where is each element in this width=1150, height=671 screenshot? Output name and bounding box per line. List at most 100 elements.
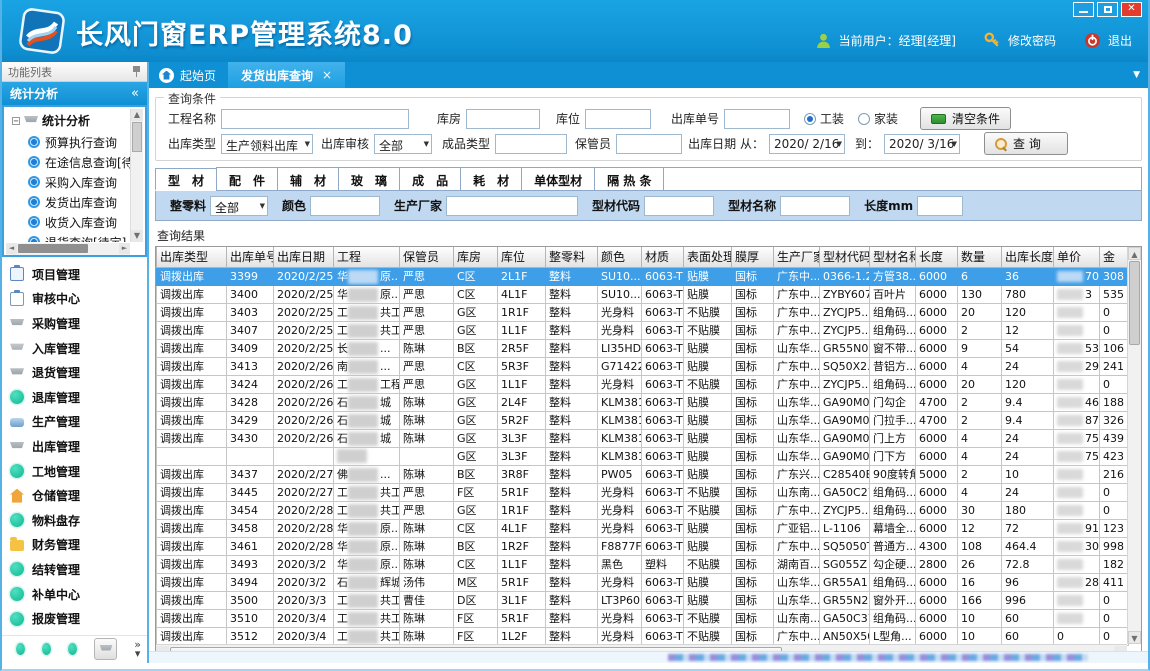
cart-shortcut-button[interactable]	[94, 638, 117, 660]
table-row[interactable]: 调拨出库34292020/2/26石城陈琳G区5R2F整料KLM38176063…	[157, 411, 1129, 429]
stats-section-header[interactable]: 统计分析 «	[2, 82, 147, 105]
sidebar-item-补单中心[interactable]: 补单中心	[10, 582, 147, 607]
table-row[interactable]: 调拨出库34302020/2/26石城陈琳G区3L3F整料KLM38176063…	[157, 429, 1129, 447]
tree-vscroll-thumb[interactable]	[132, 122, 142, 152]
table-row[interactable]: 调拨出库34072020/2/25工共工程严思G区1L1F整料光身料6063-T…	[157, 321, 1129, 339]
tree-item[interactable]: 在途信息查询[待	[6, 152, 130, 172]
column-header-金[interactable]: 金	[1100, 247, 1129, 267]
subtab-耗材[interactable]: 耗 材	[460, 167, 521, 190]
manufacturer-input[interactable]	[446, 196, 578, 216]
scroll-up-icon[interactable]: ▲	[131, 109, 143, 121]
sidebar-item-入库管理[interactable]: 入库管理	[10, 336, 147, 361]
green-dot-icon[interactable]	[68, 643, 77, 655]
table-row[interactable]: 调拨出库34032020/2/25工共工程严思G区1R1F整料光身料6063-T…	[157, 303, 1129, 321]
table-row[interactable]: 调拨出库34372020/2/27佛...陈琳B区3R8F整料PW056063-…	[157, 465, 1129, 483]
column-header-材质[interactable]: 材质	[642, 247, 684, 267]
sidebar-item-报废管理[interactable]: 报废管理	[10, 606, 147, 631]
overflow-chevron-icon[interactable]: »▾	[134, 640, 141, 658]
profile-code-input[interactable]	[644, 196, 714, 216]
column-header-库位[interactable]: 库位	[498, 247, 546, 267]
table-row[interactable]: 调拨出库34002020/2/25华原...严思C区4L1F整料SU10...6…	[157, 285, 1129, 303]
search-button[interactable]: 查 询	[984, 132, 1068, 155]
change-password-link[interactable]: 修改密码	[1008, 32, 1056, 49]
tree-hscroll-thumb[interactable]	[18, 244, 88, 253]
column-header-型材代码[interactable]: 型材代码	[820, 247, 870, 267]
tab-list-caret-icon[interactable]: ▼	[1133, 70, 1148, 80]
grid-vscroll-thumb[interactable]	[1129, 261, 1140, 345]
scroll-up-icon[interactable]: ▲	[1128, 247, 1141, 260]
column-header-单价[interactable]: 单价	[1054, 247, 1100, 267]
scroll-down-icon[interactable]: ▼	[131, 230, 143, 242]
table-row[interactable]: 调拨出库34612020/2/28华原...陈琳B区1R2F整料F8877FT6…	[157, 537, 1129, 555]
location-input[interactable]	[585, 109, 651, 129]
sidebar-item-审核中心[interactable]: 审核中心	[10, 287, 147, 312]
tree-horizontal-scrollbar[interactable]: ◄ ►	[6, 243, 130, 255]
radio-gongzhuang[interactable]: 工装	[804, 110, 844, 127]
sidebar-item-采购管理[interactable]: 采购管理	[10, 311, 147, 336]
clear-conditions-button[interactable]: 清空条件	[920, 107, 1011, 130]
tree-vertical-scrollbar[interactable]: ▲ ▼	[130, 109, 143, 242]
keeper-input[interactable]	[616, 134, 682, 154]
date-to-picker[interactable]: 2020/ 3/16	[884, 134, 960, 154]
table-row[interactable]: 调拨出库34942020/3/2石辉城汤伟M区5R1F整料光身料6063-T5贴…	[157, 573, 1129, 591]
table-row[interactable]: 调拨出库34092020/2/25长...陈琳B区2R5F整料LI35HD606…	[157, 339, 1129, 357]
scroll-left-icon[interactable]: ◄	[6, 243, 17, 254]
profile-name-input[interactable]	[780, 196, 850, 216]
subtab-成品[interactable]: 成 品	[399, 167, 460, 190]
table-row[interactable]: 调拨出库34132020/2/26南...严思C区5R3F整料G71422606…	[157, 357, 1129, 375]
collapse-icon[interactable]: «	[131, 86, 139, 101]
column-header-工程[interactable]: 工程	[334, 247, 400, 267]
date-from-picker[interactable]: 2020/ 2/16	[769, 134, 845, 154]
tab-close-icon[interactable]: ×	[322, 68, 332, 82]
sidebar-item-出库管理[interactable]: 出库管理	[10, 434, 147, 459]
grid-horizontal-scrollbar[interactable]: ◄ ►	[156, 644, 1127, 651]
tree-item[interactable]: 发货出库查询	[6, 192, 130, 212]
tree-root[interactable]: − 统计分析	[6, 109, 130, 132]
column-header-保管员[interactable]: 保管员	[400, 247, 454, 267]
tree-item[interactable]: 采购入库查询	[6, 172, 130, 192]
column-header-表面处理[interactable]: 表面处理	[684, 247, 732, 267]
subtab-型材[interactable]: 型 材	[155, 168, 216, 191]
sidebar-item-生产管理[interactable]: 生产管理	[10, 410, 147, 435]
green-dot-icon[interactable]	[16, 643, 25, 655]
column-header-数量[interactable]: 数量	[958, 247, 1002, 267]
out-audit-select[interactable]: 全部	[374, 134, 432, 154]
out-no-input[interactable]	[724, 109, 790, 129]
column-header-膜厚[interactable]: 膜厚	[732, 247, 774, 267]
column-header-出库单号[interactable]: 出库单号	[227, 247, 274, 267]
close-button[interactable]: ✕	[1121, 2, 1142, 17]
out-type-select[interactable]: 生产领料出库	[221, 134, 313, 154]
sidebar-item-物料盘存[interactable]: 物料盘存	[10, 508, 147, 533]
scroll-down-icon[interactable]: ▼	[1128, 631, 1141, 644]
tab-home[interactable]: 起始页	[149, 62, 228, 88]
sidebar-item-退货管理[interactable]: 退货管理	[10, 360, 147, 385]
tree-item[interactable]: 预算执行查询	[6, 132, 130, 152]
radio-jiazhuang[interactable]: 家装	[858, 110, 898, 127]
grid-vertical-scrollbar[interactable]: ▲ ▼	[1127, 247, 1141, 644]
column-header-出库日期[interactable]: 出库日期	[274, 247, 334, 267]
column-header-整零料[interactable]: 整零料	[546, 247, 598, 267]
maximize-button[interactable]	[1097, 2, 1118, 17]
sidebar-item-财务管理[interactable]: 财务管理	[10, 533, 147, 558]
color-input[interactable]	[310, 196, 380, 216]
subtab-配件[interactable]: 配 件	[216, 167, 277, 190]
length-input[interactable]	[917, 196, 963, 216]
subtab-玻璃[interactable]: 玻 璃	[338, 167, 399, 190]
column-header-型材名称[interactable]: 型材名称	[870, 247, 916, 267]
tab-shipment-query[interactable]: 发货出库查询 ×	[228, 62, 345, 88]
project-name-input[interactable]	[221, 109, 409, 129]
subtab-隔热条[interactable]: 隔 热 条	[594, 167, 663, 190]
column-header-生产厂家[interactable]: 生产厂家	[774, 247, 820, 267]
logout-link[interactable]: 退出	[1108, 32, 1132, 49]
table-row[interactable]: 调拨出库34452020/2/27工共工程严思F区5R1F整料光身料6063-T…	[157, 483, 1129, 501]
tree-item[interactable]: 退货查询[待定]	[6, 232, 130, 242]
column-header-颜色[interactable]: 颜色	[598, 247, 642, 267]
table-row[interactable]: 调拨出库34242020/2/26工工程严思G区1L1F整料光身料6063-T5…	[157, 375, 1129, 393]
column-header-出库长度[interactable]: 出库长度	[1002, 247, 1054, 267]
scroll-right-icon[interactable]: ►	[119, 243, 130, 254]
pin-icon[interactable]	[132, 66, 141, 77]
table-row[interactable]: 调拨出库33992020/2/25华原...严思C区2L1F整料SU10...6…	[157, 267, 1129, 285]
tree-item[interactable]: 收货入库查询	[6, 212, 130, 232]
table-row[interactable]: G区3L3F整料KLM38176063-T5贴膜国标山东华...GA90M09.…	[157, 447, 1129, 465]
minimize-button[interactable]	[1073, 2, 1094, 17]
